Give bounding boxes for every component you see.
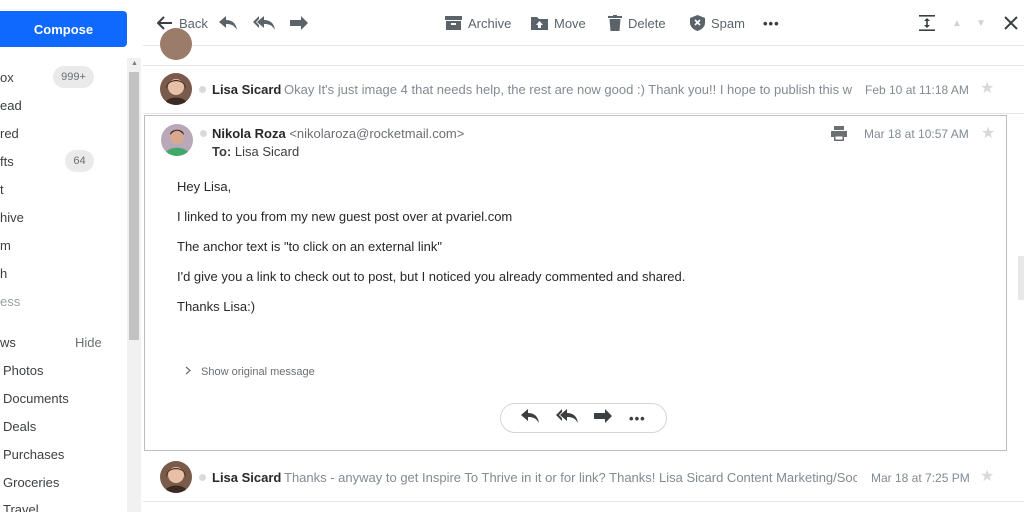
move-button[interactable]: Move xyxy=(531,12,586,34)
message-snippet: Thanks - anyway to get Inspire To Thrive… xyxy=(284,470,857,485)
reply-all-button[interactable] xyxy=(253,12,275,34)
reply-button[interactable] xyxy=(219,12,237,34)
sidebar-item-drafts[interactable]: fts xyxy=(0,154,14,169)
chevron-down-icon: ▼ xyxy=(976,17,986,29)
more-actions-button[interactable]: ••• xyxy=(629,411,646,426)
close-button[interactable] xyxy=(1004,12,1018,34)
sidebar-item-less[interactable]: ess xyxy=(0,294,20,309)
shield-icon xyxy=(690,15,705,31)
delete-label: Delete xyxy=(628,15,666,31)
forward-icon xyxy=(290,16,308,30)
view-item-travel[interactable]: Travel xyxy=(3,502,39,512)
back-label: Back xyxy=(179,15,208,31)
chevron-up-icon: ▲ xyxy=(952,17,962,29)
reply-all-icon xyxy=(253,16,275,30)
mail-app: Compose ox 999+ ead red fts 64 t hive m … xyxy=(0,0,1024,512)
message-snippet: Okay It's just image 4 that needs help, … xyxy=(284,82,852,97)
sidebar-scroll-thumb[interactable] xyxy=(129,72,139,340)
print-icon xyxy=(831,126,847,145)
recipient-line: To: Lisa Sicard xyxy=(212,144,299,159)
body-line: I linked to you from my new guest post o… xyxy=(177,209,513,224)
reply-icon xyxy=(521,408,540,423)
message-toolbar: Back Archive Move Delete Spam ••• ▲ ▼ xyxy=(143,0,1024,46)
spam-button[interactable]: Spam xyxy=(690,12,745,34)
close-icon xyxy=(1004,16,1018,30)
more-actions-button[interactable]: ••• xyxy=(763,12,780,34)
compose-button[interactable]: Compose xyxy=(0,11,127,47)
scroll-up-arrow-icon[interactable]: ▲ xyxy=(131,60,138,67)
print-button[interactable] xyxy=(831,126,847,146)
sidebar-item-sent[interactable]: t xyxy=(0,182,4,197)
views-hide-button[interactable]: Hide xyxy=(75,335,102,350)
read-status-dot[interactable] xyxy=(200,130,207,137)
expand-collapse-icon xyxy=(919,15,935,31)
message-row[interactable]: Lisa Sicard Okay It's just image 4 that … xyxy=(143,66,1024,114)
reply-all-button[interactable] xyxy=(555,408,578,428)
unread-dot[interactable] xyxy=(199,474,206,481)
body-line: The anchor text is "to click on an exter… xyxy=(177,239,443,254)
body-greeting: Hey Lisa, xyxy=(177,179,232,194)
message-row-partial[interactable] xyxy=(143,28,1024,66)
trash-icon xyxy=(608,15,622,31)
previous-message-button[interactable]: ▲ xyxy=(952,12,962,34)
sidebar-item-trash[interactable]: h xyxy=(0,266,7,281)
page-scrollbar-thumb[interactable] xyxy=(1018,256,1024,300)
view-item-photos[interactable]: Photos xyxy=(3,363,43,378)
star-icon[interactable]: ★ xyxy=(980,466,994,486)
sender-name: Lisa Sicard xyxy=(212,470,282,485)
show-original-message-link[interactable]: Show original message xyxy=(185,366,315,378)
sidebar: Compose ox 999+ ead red fts 64 t hive m … xyxy=(0,0,143,512)
quick-actions-bar: ••• xyxy=(500,403,667,433)
inbox-count-badge: 999+ xyxy=(53,66,94,88)
delete-button[interactable]: Delete xyxy=(608,12,666,34)
view-item-purchases[interactable]: Purchases xyxy=(3,447,64,462)
forward-icon xyxy=(594,408,613,423)
view-item-groceries[interactable]: Groceries xyxy=(3,475,59,490)
sidebar-item-spam[interactable]: m xyxy=(0,238,11,253)
move-folder-icon xyxy=(531,16,548,30)
open-message: Nikola Roza <nikolaroza@rocketmail.com> … xyxy=(144,115,1007,451)
chevron-right-icon xyxy=(185,366,191,378)
sidebar-item-inbox[interactable]: ox xyxy=(0,70,14,85)
recipient-name: Lisa Sicard xyxy=(234,144,300,159)
body-line: I'd give you a link to check out to post… xyxy=(177,269,686,284)
archive-icon xyxy=(445,16,462,30)
to-prefix: To: xyxy=(212,144,232,159)
next-message-button[interactable]: ▼ xyxy=(976,12,986,34)
avatar-nikola-roza xyxy=(161,124,193,156)
reply-button[interactable] xyxy=(521,408,540,428)
sender-name: Lisa Sicard xyxy=(212,82,282,97)
message-date: Feb 10 at 11:18 AM xyxy=(865,83,969,97)
star-icon[interactable]: ★ xyxy=(980,78,994,98)
open-message-sender: Nikola Roza <nikolaroza@rocketmail.com> xyxy=(212,126,464,141)
open-message-date: Mar 18 at 10:57 AM xyxy=(864,127,969,141)
forward-button[interactable] xyxy=(290,12,308,34)
sender-name: Nikola Roza xyxy=(212,126,286,141)
sidebar-item-archive[interactable]: hive xyxy=(0,210,24,225)
avatar-lisa-sicard xyxy=(160,461,192,493)
body-signoff: Thanks Lisa:) xyxy=(177,299,256,314)
view-item-documents[interactable]: Documents xyxy=(3,391,69,406)
sidebar-item-starred[interactable]: red xyxy=(0,126,19,141)
forward-button[interactable] xyxy=(594,408,613,428)
sidebar-item-unread[interactable]: ead xyxy=(0,98,22,113)
unread-dot[interactable] xyxy=(199,86,206,93)
avatar xyxy=(160,28,192,60)
drafts-count-badge: 64 xyxy=(65,150,94,172)
archive-label: Archive xyxy=(468,15,512,31)
move-label: Move xyxy=(554,15,586,31)
view-item-deals[interactable]: Deals xyxy=(3,419,36,434)
views-heading: ws xyxy=(0,335,16,350)
sender-email: <nikolaroza@rocketmail.com> xyxy=(289,126,465,141)
expand-collapse-button[interactable] xyxy=(919,12,935,34)
reply-icon xyxy=(219,16,237,30)
archive-button[interactable]: Archive xyxy=(445,12,511,34)
message-date: Mar 18 at 7:25 PM xyxy=(871,471,970,485)
avatar-lisa-sicard xyxy=(160,73,192,105)
spam-label: Spam xyxy=(711,15,745,31)
show-original-label: Show original message xyxy=(201,366,315,378)
star-icon[interactable]: ★ xyxy=(981,123,995,143)
message-row[interactable]: Lisa Sicard Thanks - anyway to get Inspi… xyxy=(143,454,1024,502)
reply-all-icon xyxy=(555,408,578,423)
